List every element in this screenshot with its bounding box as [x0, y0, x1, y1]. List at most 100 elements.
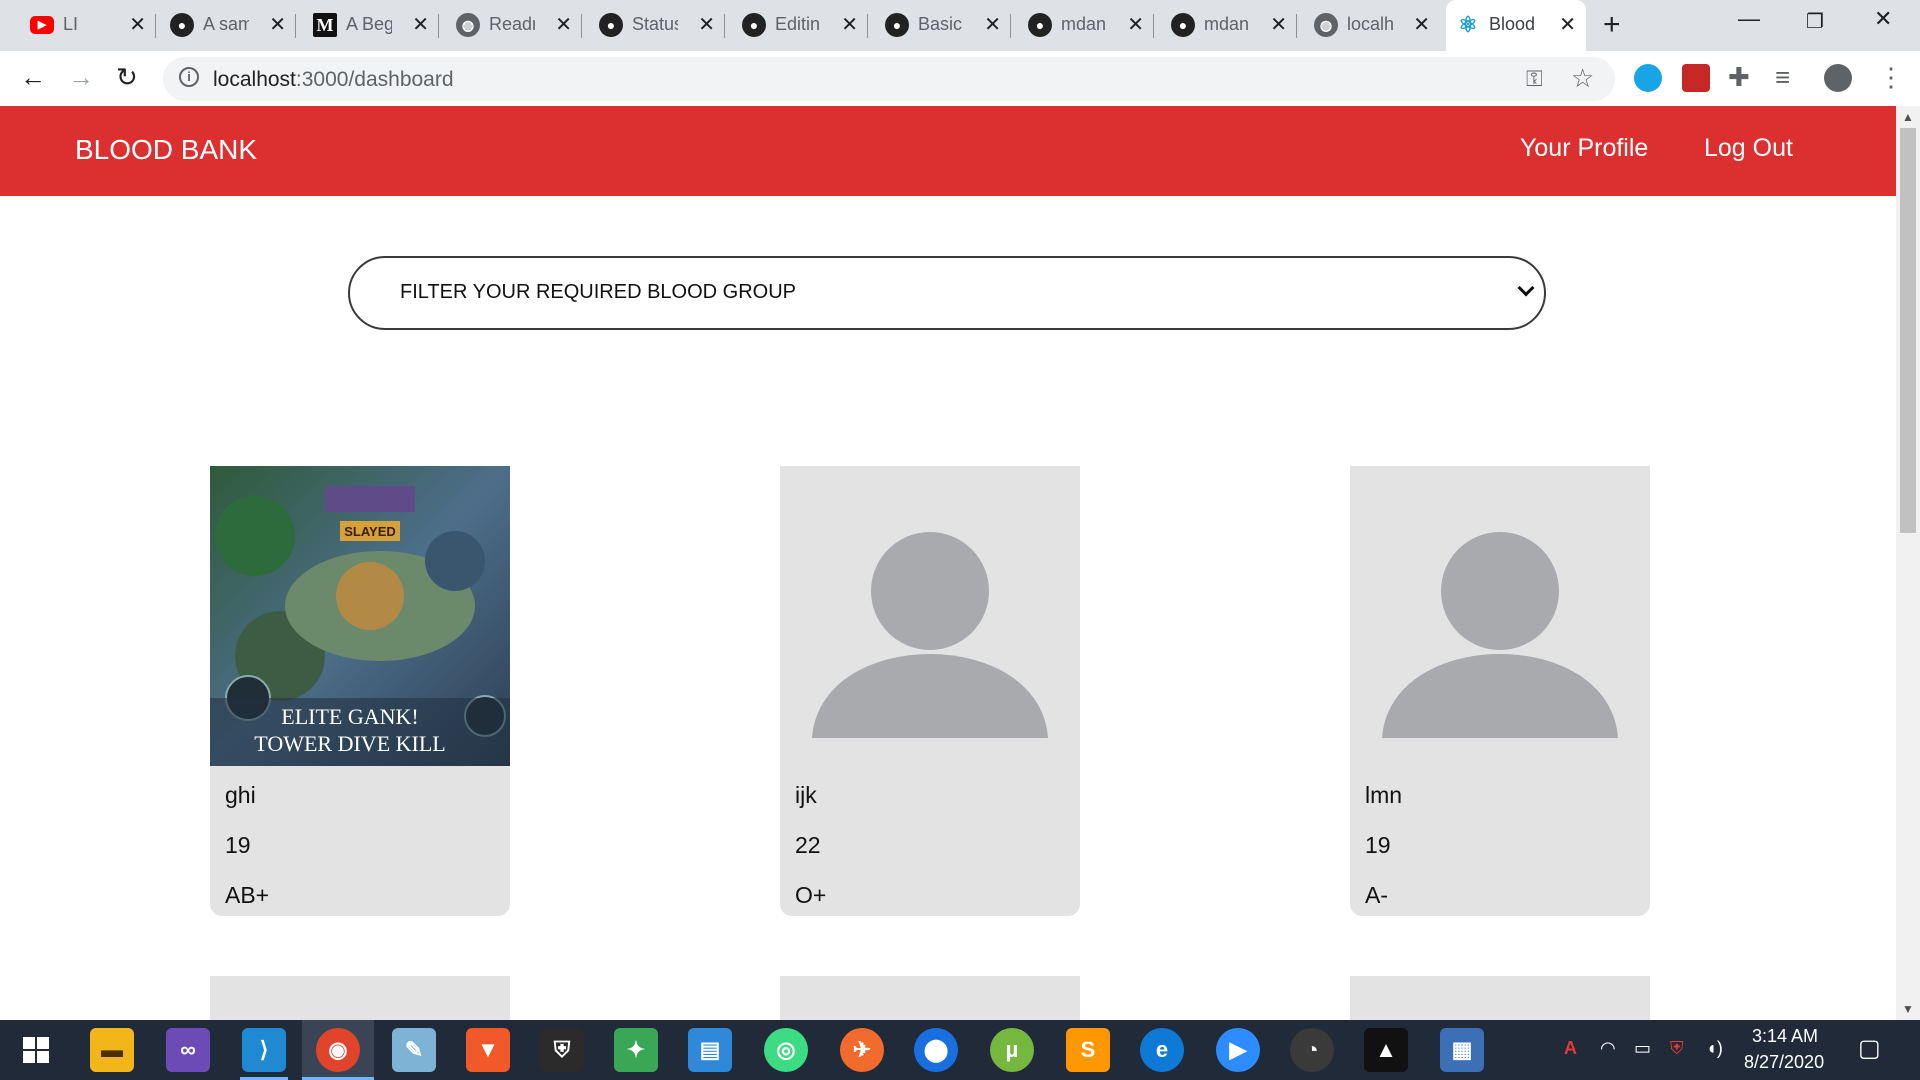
donor-card[interactable]: lmn 19 A- — [1350, 466, 1650, 916]
browser-tab[interactable]: ● mdan ✕ — [1018, 0, 1154, 51]
minimize-icon[interactable]: — — [1738, 6, 1760, 32]
close-tab-icon[interactable]: ✕ — [984, 12, 1001, 37]
edge-icon[interactable]: e — [1140, 1028, 1184, 1072]
restore-icon[interactable]: ❐ — [1806, 9, 1824, 34]
close-window-icon[interactable]: ✕ — [1874, 6, 1892, 32]
adobe-tray-icon[interactable]: A — [1564, 1038, 1577, 1059]
app-icon[interactable]: ✦ — [614, 1028, 658, 1072]
close-tab-icon[interactable]: ✕ — [698, 12, 715, 37]
tab-separator — [1296, 14, 1297, 38]
page-viewport: BLOOD BANK Your Profile Log Out FILTER Y… — [0, 106, 1896, 1020]
obs-icon[interactable]: ◔ — [1290, 1028, 1334, 1072]
media-control-icon[interactable]: ≡ — [1775, 62, 1790, 93]
extension-icon[interactable] — [1682, 64, 1710, 92]
tab-separator — [724, 14, 725, 38]
log-out-link[interactable]: Log Out — [1704, 134, 1793, 163]
github-icon: ● — [599, 13, 623, 37]
clock-time[interactable]: 3:14 AM — [1752, 1026, 1818, 1047]
browser-tab[interactable]: ◍ localh ✕ — [1304, 0, 1440, 51]
battery-icon[interactable]: ▭ — [1634, 1038, 1651, 1059]
address-url[interactable]: localhost:3000/dashboard — [213, 68, 454, 92]
notification-center-icon[interactable]: ▢ — [1858, 1034, 1881, 1063]
donor-card[interactable]: SLAYED ELITE GANK! TOWER DIVE KILL ghi 1… — [210, 466, 510, 916]
visual-studio-icon[interactable]: ∞ — [166, 1028, 210, 1072]
extension-icon[interactable] — [1634, 64, 1662, 92]
scroll-down-arrow-icon[interactable]: ▼ — [1902, 1002, 1914, 1016]
wifi-icon[interactable]: ◠ — [1600, 1038, 1616, 1059]
back-icon[interactable]: ← — [20, 62, 46, 93]
profile-avatar-icon[interactable] — [1824, 64, 1852, 92]
tab-title: mdan — [1061, 14, 1107, 34]
browser-tab[interactable]: ● Status ✕ — [589, 0, 725, 51]
postman-icon[interactable]: ✈ — [840, 1028, 884, 1072]
extensions-puzzle-icon[interactable]: ✚ — [1728, 62, 1750, 93]
network-app-icon[interactable]: ▦ — [1440, 1028, 1484, 1072]
globe-icon: ◍ — [456, 13, 480, 37]
android-studio-icon[interactable]: ◎ — [764, 1028, 808, 1072]
browser-tab[interactable]: ● Editin ✕ — [732, 0, 868, 51]
browser-tab[interactable]: ▶ LI ✕ — [20, 0, 156, 51]
close-tab-icon[interactable]: ✕ — [129, 12, 146, 37]
tab-separator — [438, 14, 439, 38]
your-profile-link[interactable]: Your Profile — [1520, 134, 1648, 163]
donor-card-partial[interactable] — [1350, 976, 1650, 1020]
brand-title[interactable]: BLOOD BANK — [75, 134, 257, 166]
github-icon: ● — [742, 13, 766, 37]
volume-icon[interactable]: ◖) — [1706, 1038, 1723, 1059]
browser-tab[interactable]: M A Beg ✕ — [303, 0, 439, 51]
url-path: :3000/dashboard — [295, 68, 454, 91]
browser-menu-icon[interactable]: ⋮ — [1878, 62, 1904, 93]
windows-start-icon[interactable] — [14, 1028, 58, 1072]
windows-security-icon[interactable]: ⛨ — [540, 1028, 584, 1072]
browser-tab[interactable]: ◍ Readr ✕ — [446, 0, 582, 51]
donor-blood-group: AB+ — [225, 882, 270, 908]
utorrent-icon[interactable]: µ — [990, 1028, 1034, 1072]
github-icon: ● — [1171, 13, 1195, 37]
close-tab-icon[interactable]: ✕ — [1127, 12, 1144, 37]
donor-card[interactable]: ijk 22 O+ — [780, 466, 1080, 916]
close-tab-icon[interactable]: ✕ — [269, 12, 286, 37]
password-key-icon[interactable]: ⚿ — [1526, 66, 1543, 92]
page-scrollbar[interactable]: ▲ ▼ — [1896, 106, 1920, 1020]
reload-icon[interactable]: ↻ — [116, 62, 138, 93]
close-tab-icon[interactable]: ✕ — [841, 12, 858, 37]
donor-card-partial[interactable] — [210, 976, 510, 1020]
app-navbar: BLOOD BANK Your Profile Log Out — [0, 106, 1896, 196]
close-tab-icon[interactable]: ✕ — [1413, 12, 1430, 37]
new-tab-icon[interactable]: + — [1603, 8, 1621, 42]
medium-icon: M — [313, 13, 337, 37]
game-launcher-icon[interactable]: ▲ — [1364, 1028, 1408, 1072]
security-warning-icon[interactable]: ⛨ — [1670, 1038, 1684, 1059]
chrome-icon[interactable]: ◉ — [316, 1028, 360, 1072]
forward-icon[interactable]: → — [68, 62, 94, 93]
browser-tab[interactable]: ● A sam ✕ — [160, 0, 296, 51]
sublime-text-icon[interactable]: S — [1066, 1028, 1110, 1072]
browser-tab[interactable]: ● mdan ✕ — [1161, 0, 1297, 51]
file-explorer-icon[interactable]: ▬ — [90, 1028, 134, 1072]
close-tab-icon[interactable]: ✕ — [1270, 12, 1287, 37]
blood-group-filter-select[interactable]: FILTER YOUR REQUIRED BLOOD GROUP — [348, 256, 1546, 330]
control-panel-icon[interactable]: ▤ — [688, 1028, 732, 1072]
vscode-icon[interactable]: ⟩ — [242, 1028, 286, 1072]
browser-tab-active[interactable]: ⚛ Blood ✕ — [1446, 0, 1586, 51]
close-tab-icon[interactable]: ✕ — [1559, 12, 1576, 37]
bookmark-star-icon[interactable]: ☆ — [1571, 63, 1594, 94]
svg-text:ELITE GANK!: ELITE GANK! — [281, 704, 418, 729]
donor-card-partial[interactable] — [780, 976, 1080, 1020]
browser-toolbar: ← → ↻ i localhost:3000/dashboard ⚿ ☆ ✚ ≡… — [0, 51, 1920, 106]
close-tab-icon[interactable]: ✕ — [412, 12, 429, 37]
maps-icon[interactable]: ⬤ — [914, 1028, 958, 1072]
scrollbar-thumb[interactable] — [1900, 128, 1916, 533]
close-tab-icon[interactable]: ✕ — [555, 12, 572, 37]
donor-photo — [1350, 466, 1650, 766]
browser-tab[interactable]: ● Basic ✕ — [875, 0, 1011, 51]
scroll-up-arrow-icon[interactable]: ▲ — [1902, 110, 1914, 124]
zoom-icon[interactable]: ▶ — [1216, 1028, 1260, 1072]
brave-icon[interactable]: ▼ — [466, 1028, 510, 1072]
address-bar[interactable]: i localhost:3000/dashboard ⚿ ☆ — [163, 57, 1615, 101]
clock-date[interactable]: 8/27/2020 — [1744, 1052, 1824, 1073]
youtube-icon: ▶ — [30, 16, 54, 34]
github-icon: ● — [885, 13, 909, 37]
site-info-icon[interactable]: i — [179, 67, 199, 87]
notepad-icon[interactable]: ✎ — [392, 1028, 436, 1072]
